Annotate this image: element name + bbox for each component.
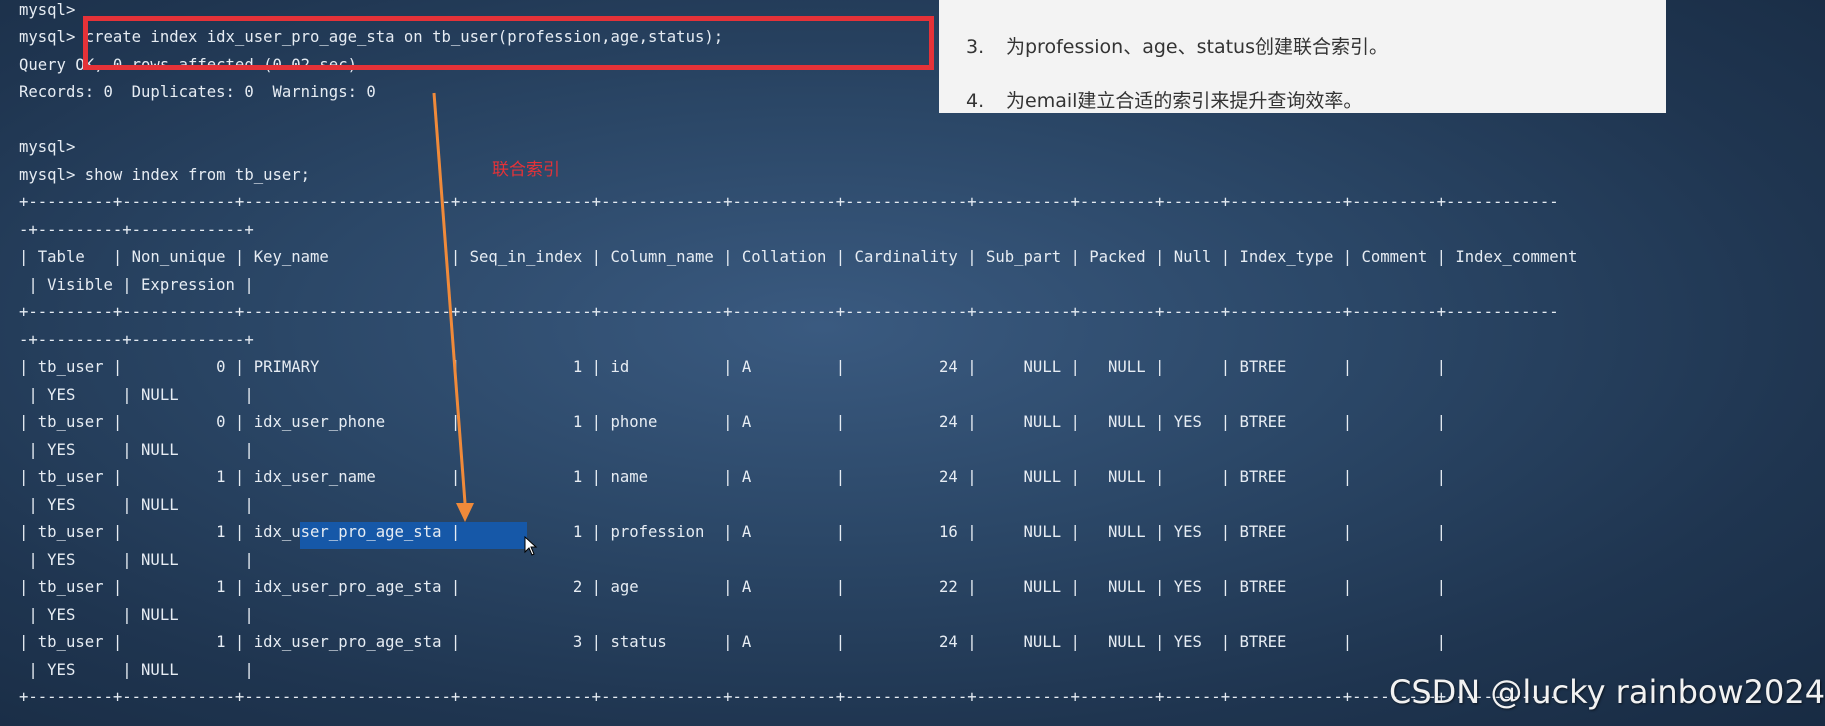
- terminal-line: mysql> show index from tb_user;: [19, 166, 311, 184]
- slide-item-text: 为email建立合适的索引来提升查询效率。: [1006, 90, 1363, 112]
- table-row: | tb_user | 0 | PRIMARY | 1 | id | A | 2…: [19, 358, 1447, 376]
- terminal-line: Records: 0 Duplicates: 0 Warnings: 0: [19, 83, 376, 101]
- table-row: | YES | NULL |: [19, 551, 254, 569]
- table-border: +---------+------------+----------------…: [19, 688, 1559, 706]
- table-row: | YES | NULL |: [19, 606, 254, 624]
- table-border: +---------+------------+----------------…: [19, 303, 1559, 321]
- table-border: +---------+------------+----------------…: [19, 193, 1559, 211]
- table-row: | tb_user | 1 | idx_user_pro_age_sta | 3…: [19, 633, 1447, 651]
- terminal-line: mysql>: [19, 138, 76, 156]
- table-row: | tb_user | 0 | idx_user_phone | 1 | pho…: [19, 413, 1447, 431]
- slide-item-number: 3.: [966, 36, 985, 58]
- table-row: | tb_user | 1 | idx_user_name | 1 | name…: [19, 468, 1447, 486]
- slide-item-text: 为profession、age、status创建联合索引。: [1006, 36, 1388, 58]
- table-row: | YES | NULL |: [19, 386, 254, 404]
- mouse-cursor-icon: [524, 536, 538, 556]
- slide-item: 3. 为profession、age、status创建联合索引。: [966, 32, 1388, 59]
- watermark: CSDN @lucky rainbow2024: [1389, 673, 1825, 711]
- slide-panel: 3. 为profession、age、status创建联合索引。 4. 为email…: [939, 0, 1666, 113]
- command-highlight-box: [83, 16, 934, 70]
- table-header: | Table | Non_unique | Key_name | Seq_in…: [19, 248, 1578, 266]
- table-row: | tb_user | 1 | idx_user_pro_age_sta | 2…: [19, 578, 1447, 596]
- annotation-label: 联合索引: [492, 160, 560, 180]
- table-row: | tb_user | 1 | idx_user_pro_age_sta | 1…: [19, 523, 1447, 541]
- slide-item-number: 4.: [966, 90, 985, 112]
- terminal-line: mysql>: [19, 1, 76, 19]
- table-border: -+---------+------------+: [19, 331, 254, 349]
- table-row: | YES | NULL |: [19, 661, 254, 679]
- table-row: | YES | NULL |: [19, 496, 254, 514]
- table-row: | YES | NULL |: [19, 441, 254, 459]
- table-header: | Visible | Expression |: [19, 276, 254, 294]
- table-border: -+---------+------------+: [19, 221, 254, 239]
- slide-item: 4. 为email建立合适的索引来提升查询效率。: [966, 86, 1362, 113]
